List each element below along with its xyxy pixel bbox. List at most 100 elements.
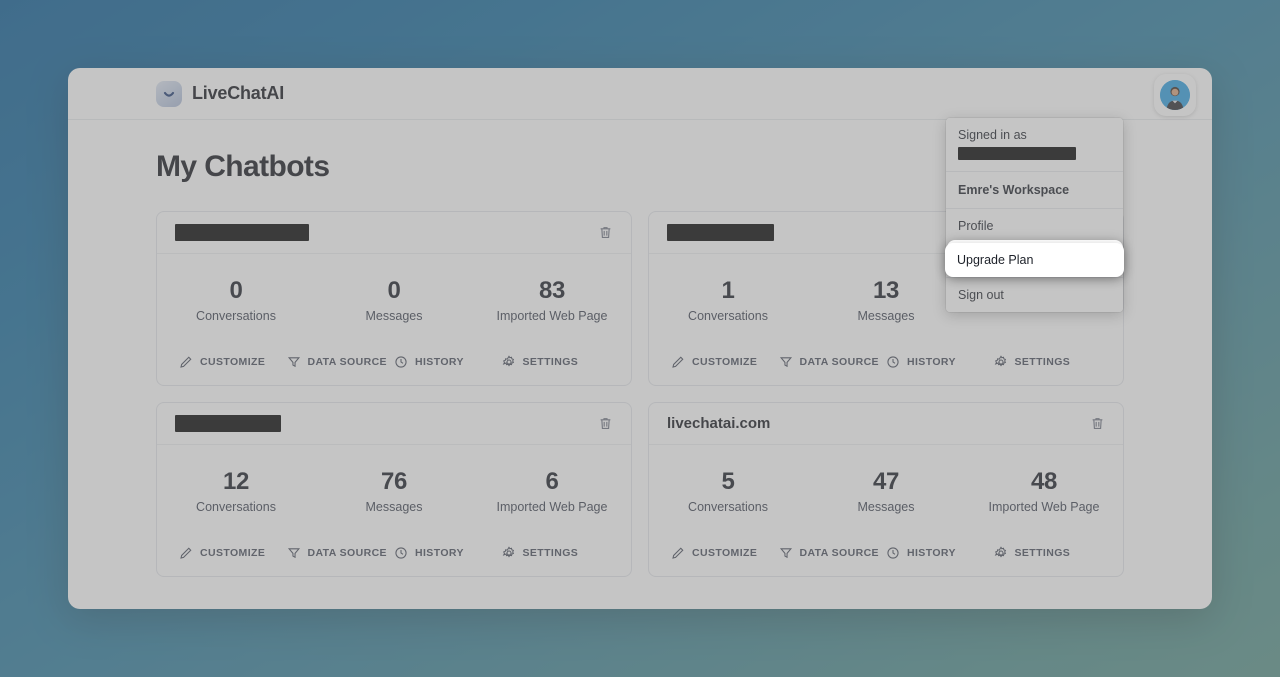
chatbot-card-header [157, 212, 631, 254]
stat-messages: 76 Messages [315, 468, 473, 515]
settings-button[interactable]: SETTINGS [502, 355, 610, 369]
gear-icon [994, 546, 1006, 558]
chatbot-card[interactable]: 12 Conversations 76 Messages 6 Imported … [156, 402, 632, 577]
stat-value: 83 [538, 277, 566, 304]
action-label: CUSTOMIZE [692, 356, 758, 368]
stat-messages: 13 Messages [807, 277, 965, 324]
stat-imported-web-page: 48 Imported Web Page [965, 468, 1123, 515]
settings-button[interactable]: SETTINGS [502, 546, 610, 560]
menu-item-profile[interactable]: Profile [946, 209, 1123, 243]
user-avatar-button[interactable] [1154, 74, 1196, 116]
chatbot-title: livechatai.com [667, 415, 771, 432]
customize-button[interactable]: CUSTOMIZE [179, 355, 287, 369]
funnel-icon [779, 548, 792, 559]
chatbot-card[interactable]: livechatai.com 5 Conversations 47 Messag… [648, 402, 1124, 577]
chatbot-actions: CUSTOMIZE DATA SOURCE HISTORY SETTINGS [649, 514, 1123, 576]
customize-button[interactable]: CUSTOMIZE [671, 546, 779, 560]
stat-messages: 47 Messages [807, 468, 965, 515]
trash-icon[interactable] [595, 414, 615, 434]
signed-in-email-redacted [958, 147, 1076, 160]
stat-value: 76 [380, 468, 408, 495]
chatbot-card-header [157, 403, 631, 445]
stat-label: Imported Web Page [988, 500, 1100, 514]
funnel-icon [287, 548, 300, 559]
action-label: SETTINGS [522, 356, 579, 368]
app-header: LiveChatAI [68, 68, 1212, 120]
stat-conversations: 1 Conversations [649, 277, 807, 324]
signed-in-section: Signed in as [946, 118, 1123, 172]
chatbot-title [667, 224, 774, 241]
history-button[interactable]: HISTORY [394, 546, 502, 560]
chatbot-stats: 12 Conversations 76 Messages 6 Imported … [157, 445, 631, 515]
stat-label: Imported Web Page [496, 500, 608, 514]
brand: LiveChatAI [156, 80, 285, 107]
stat-value: 1 [721, 277, 735, 304]
chatbot-stats: 0 Conversations 0 Messages 83 Imported W… [157, 254, 631, 324]
action-label: DATA SOURCE [799, 547, 879, 559]
action-label: HISTORY [415, 356, 464, 368]
pencil-icon [180, 356, 192, 368]
workspace-name: Emre's Workspace [946, 172, 1123, 209]
stat-value: 48 [1030, 468, 1058, 495]
history-button[interactable]: HISTORY [886, 546, 994, 560]
brand-name: LiveChatAI [192, 83, 285, 103]
gear-icon [502, 546, 514, 558]
pencil-icon [180, 547, 192, 559]
action-label: SETTINGS [1014, 356, 1071, 368]
action-label: SETTINGS [1014, 547, 1071, 559]
stat-label: Messages [365, 309, 423, 323]
stat-value: 13 [872, 277, 900, 304]
menu-item-upgrade-plan[interactable]: Upgrade Plan [945, 243, 1124, 277]
trash-icon[interactable] [595, 223, 615, 243]
data-source-button[interactable]: DATA SOURCE [779, 546, 887, 560]
stat-label: Messages [365, 500, 423, 514]
action-label: CUSTOMIZE [692, 547, 758, 559]
data-source-button[interactable]: DATA SOURCE [287, 546, 395, 560]
stat-label: Conversations [196, 309, 276, 323]
funnel-icon [287, 357, 300, 368]
action-label: DATA SOURCE [307, 356, 387, 368]
smile-logo-icon [156, 80, 182, 107]
stat-value: 47 [872, 468, 900, 495]
stat-conversations: 12 Conversations [157, 468, 315, 515]
funnel-icon [779, 357, 792, 368]
stat-conversations: 0 Conversations [157, 277, 315, 324]
stat-messages: 0 Messages [315, 278, 473, 324]
customize-button[interactable]: CUSTOMIZE [179, 546, 287, 560]
desktop-background: LiveChatAI My Chatbots 0 Conversations 0… [0, 0, 1280, 677]
stat-value: 5 [721, 468, 735, 495]
stat-value: 12 [222, 468, 250, 495]
clock-icon [395, 356, 407, 368]
gear-icon [994, 355, 1006, 367]
stat-label: Messages [857, 309, 915, 323]
menu-item-sign-out[interactable]: Sign out [946, 277, 1123, 312]
chatbot-actions: CUSTOMIZE DATA SOURCE HISTORY SETTINGS [157, 514, 631, 576]
stat-label: Imported Web Page [496, 309, 608, 323]
action-label: HISTORY [907, 547, 956, 559]
history-button[interactable]: HISTORY [886, 355, 994, 369]
gear-icon [502, 355, 514, 367]
stat-conversations: 5 Conversations [649, 468, 807, 515]
trash-icon[interactable] [1087, 414, 1107, 434]
chatbot-card[interactable]: 0 Conversations 0 Messages 83 Imported W… [156, 211, 632, 386]
data-source-button[interactable]: DATA SOURCE [779, 355, 887, 369]
history-button[interactable]: HISTORY [394, 355, 502, 369]
stat-label: Conversations [688, 309, 768, 323]
chatbot-actions: CUSTOMIZE DATA SOURCE HISTORY SETTINGS [649, 323, 1123, 385]
clock-icon [887, 356, 899, 368]
customize-button[interactable]: CUSTOMIZE [671, 355, 779, 369]
action-label: SETTINGS [522, 547, 579, 559]
action-label: HISTORY [415, 547, 464, 559]
settings-button[interactable]: SETTINGS [994, 355, 1102, 369]
action-label: DATA SOURCE [799, 356, 879, 368]
stat-imported-web-page: 6 Imported Web Page [473, 469, 631, 515]
user-dropdown-menu: Signed in as Emre's Workspace Profile Up… [945, 118, 1124, 312]
stat-value: 0 [229, 277, 243, 304]
chatbot-card-header: livechatai.com [649, 403, 1123, 445]
settings-button[interactable]: SETTINGS [994, 546, 1102, 560]
stat-imported-web-page: 83 Imported Web Page [473, 277, 631, 324]
action-label: HISTORY [907, 356, 956, 368]
pencil-icon [672, 356, 684, 368]
data-source-button[interactable]: DATA SOURCE [287, 355, 395, 369]
signed-in-as-label: Signed in as [958, 128, 1027, 142]
